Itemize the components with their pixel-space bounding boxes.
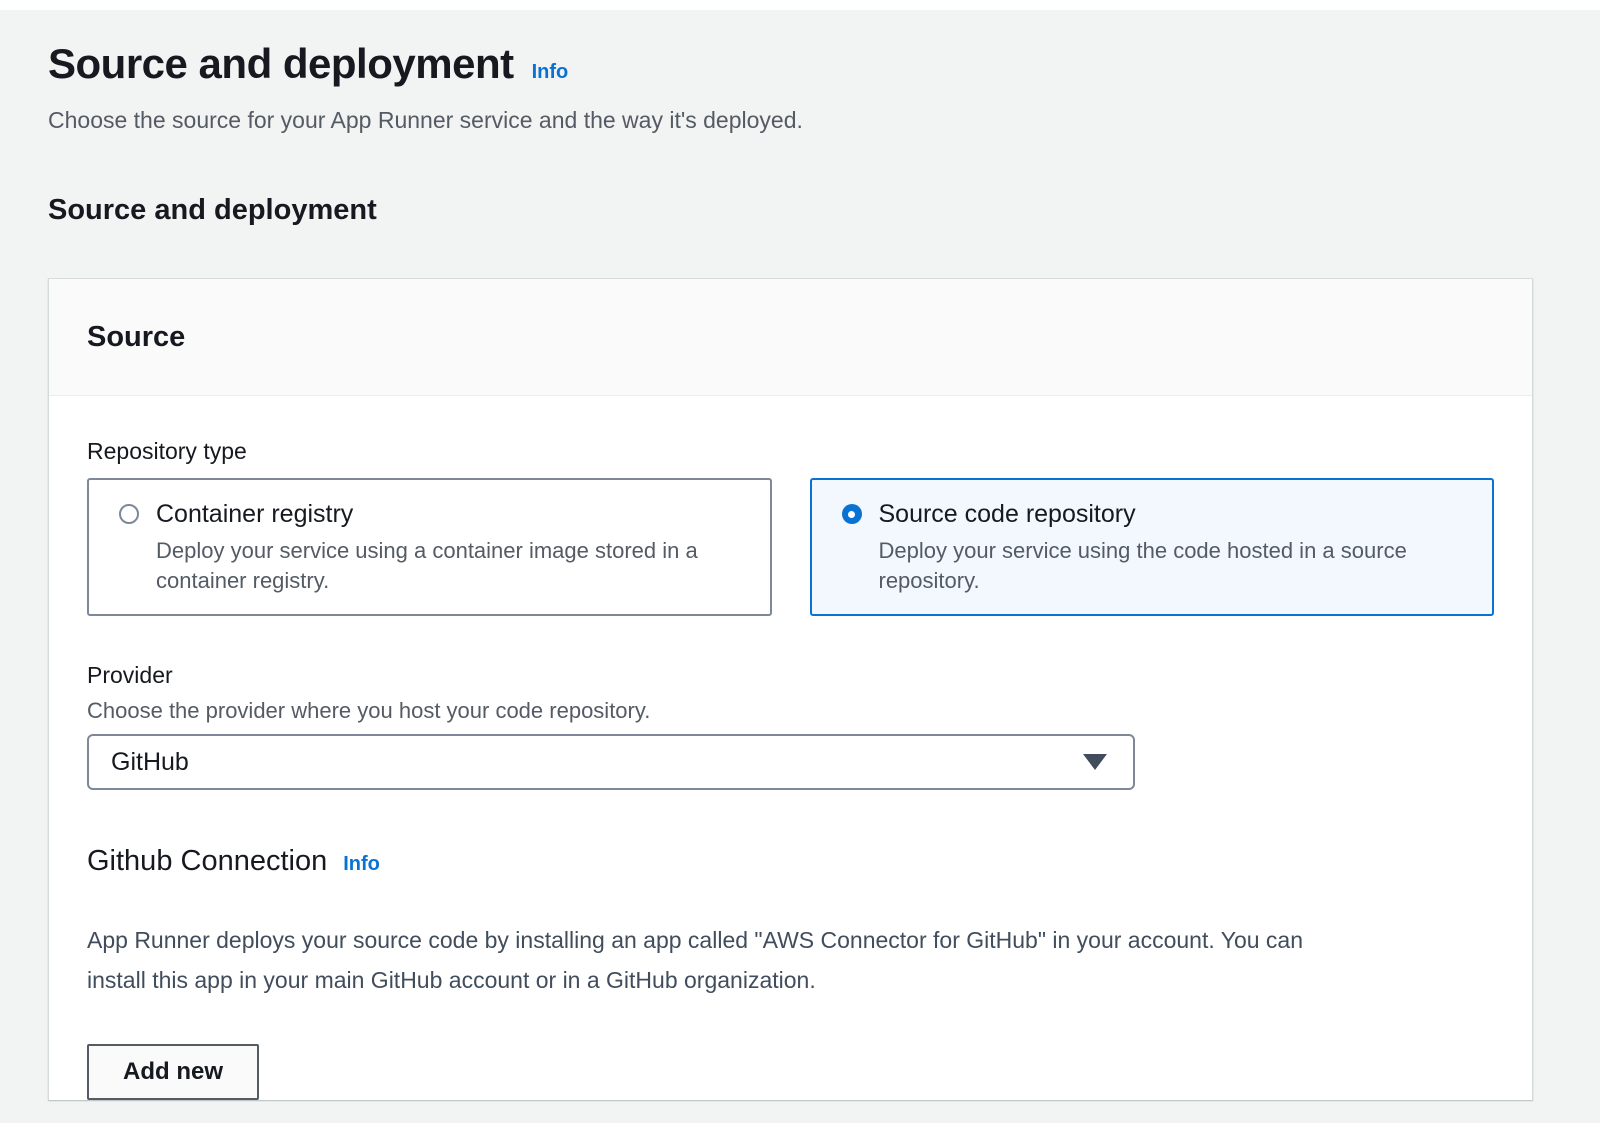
section-heading: Source and deployment [48,192,1533,228]
provider-field: Provider Choose the provider where you h… [87,660,1494,790]
tile-container-registry-description: Deploy your service using a container im… [156,536,746,596]
provider-description: Choose the provider where you host your … [87,696,1494,726]
top-white-strip [0,0,1600,10]
page-title-info-link[interactable]: Info [532,61,569,84]
provider-label: Provider [87,660,1494,690]
tile-container-registry[interactable]: Container registry Deploy your service u… [87,478,772,616]
github-connection-paragraph: App Runner deploys your source code by i… [87,920,1494,1000]
source-panel: Source Repository type Container registr… [48,278,1533,1100]
radio-unselected-icon[interactable] [119,504,139,524]
github-connection-heading-row: Github Connection Info [87,842,1494,880]
source-panel-header: Source [49,279,1532,396]
tile-source-code-repository[interactable]: Source code repository Deploy your servi… [810,478,1495,616]
tile-container-registry-title: Container registry [156,498,746,530]
radio-selected-icon[interactable] [842,504,862,524]
chevron-down-icon [1083,754,1107,770]
repository-type-label: Repository type [87,436,1494,466]
add-new-button[interactable]: Add new [87,1044,259,1100]
page-title-row: Source and deployment Info [48,40,1533,88]
page-subtitle: Choose the source for your App Runner se… [48,104,1533,136]
tile-content: Container registry Deploy your service u… [156,498,746,596]
page-title: Source and deployment [48,40,514,88]
repository-type-tiles: Container registry Deploy your service u… [87,478,1494,616]
github-connection-info-link[interactable]: Info [343,853,380,876]
paragraph-line-1: App Runner deploys your source code by i… [87,920,1494,960]
tile-source-code-repository-description: Deploy your service using the code hoste… [879,536,1469,596]
provider-select[interactable]: GitHub [87,734,1135,790]
provider-select-value: GitHub [111,748,189,777]
paragraph-line-2: install this app in your main GitHub acc… [87,960,1494,1000]
source-panel-body: Repository type Container registry Deplo… [49,396,1532,1100]
source-panel-title: Source [87,319,1494,355]
tile-content: Source code repository Deploy your servi… [879,498,1469,596]
github-connection-heading: Github Connection [87,842,327,880]
page-content: Source and deployment Info Choose the so… [0,40,1600,1100]
tile-source-code-repository-title: Source code repository [879,498,1469,530]
